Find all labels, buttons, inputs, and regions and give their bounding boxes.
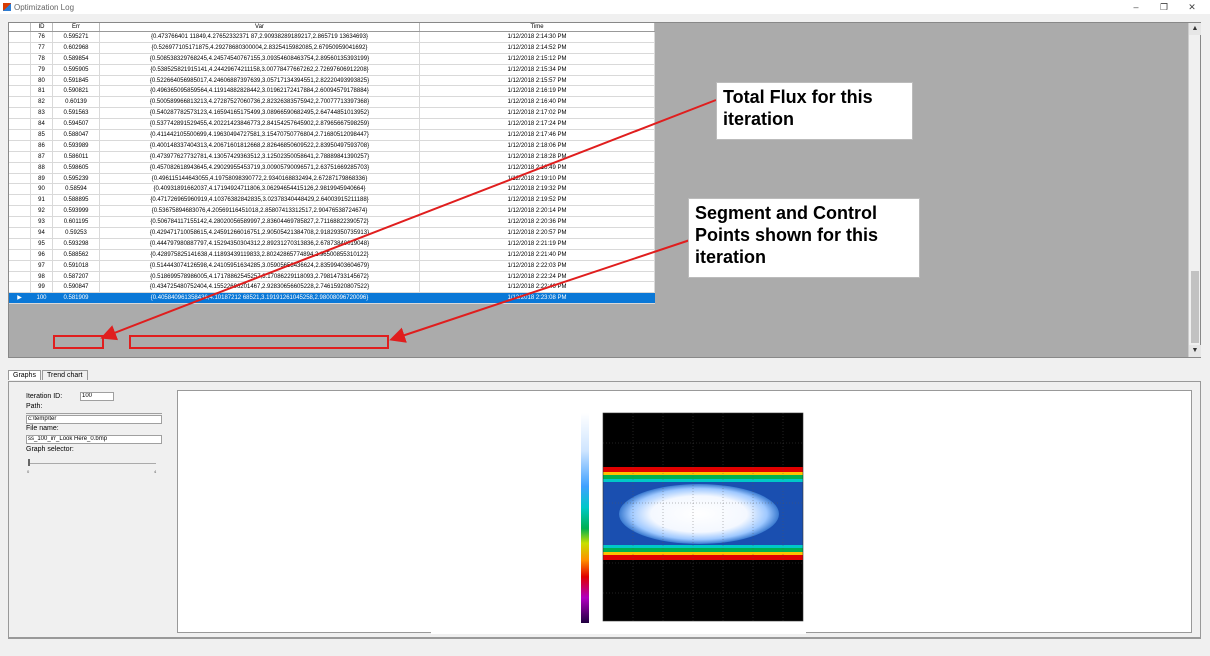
annotation-arrows <box>100 99 717 343</box>
callout-total-flux: Total Flux for this iteration <box>716 82 913 140</box>
callout-segment-points: Segment and Control Points shown for thi… <box>688 198 920 278</box>
